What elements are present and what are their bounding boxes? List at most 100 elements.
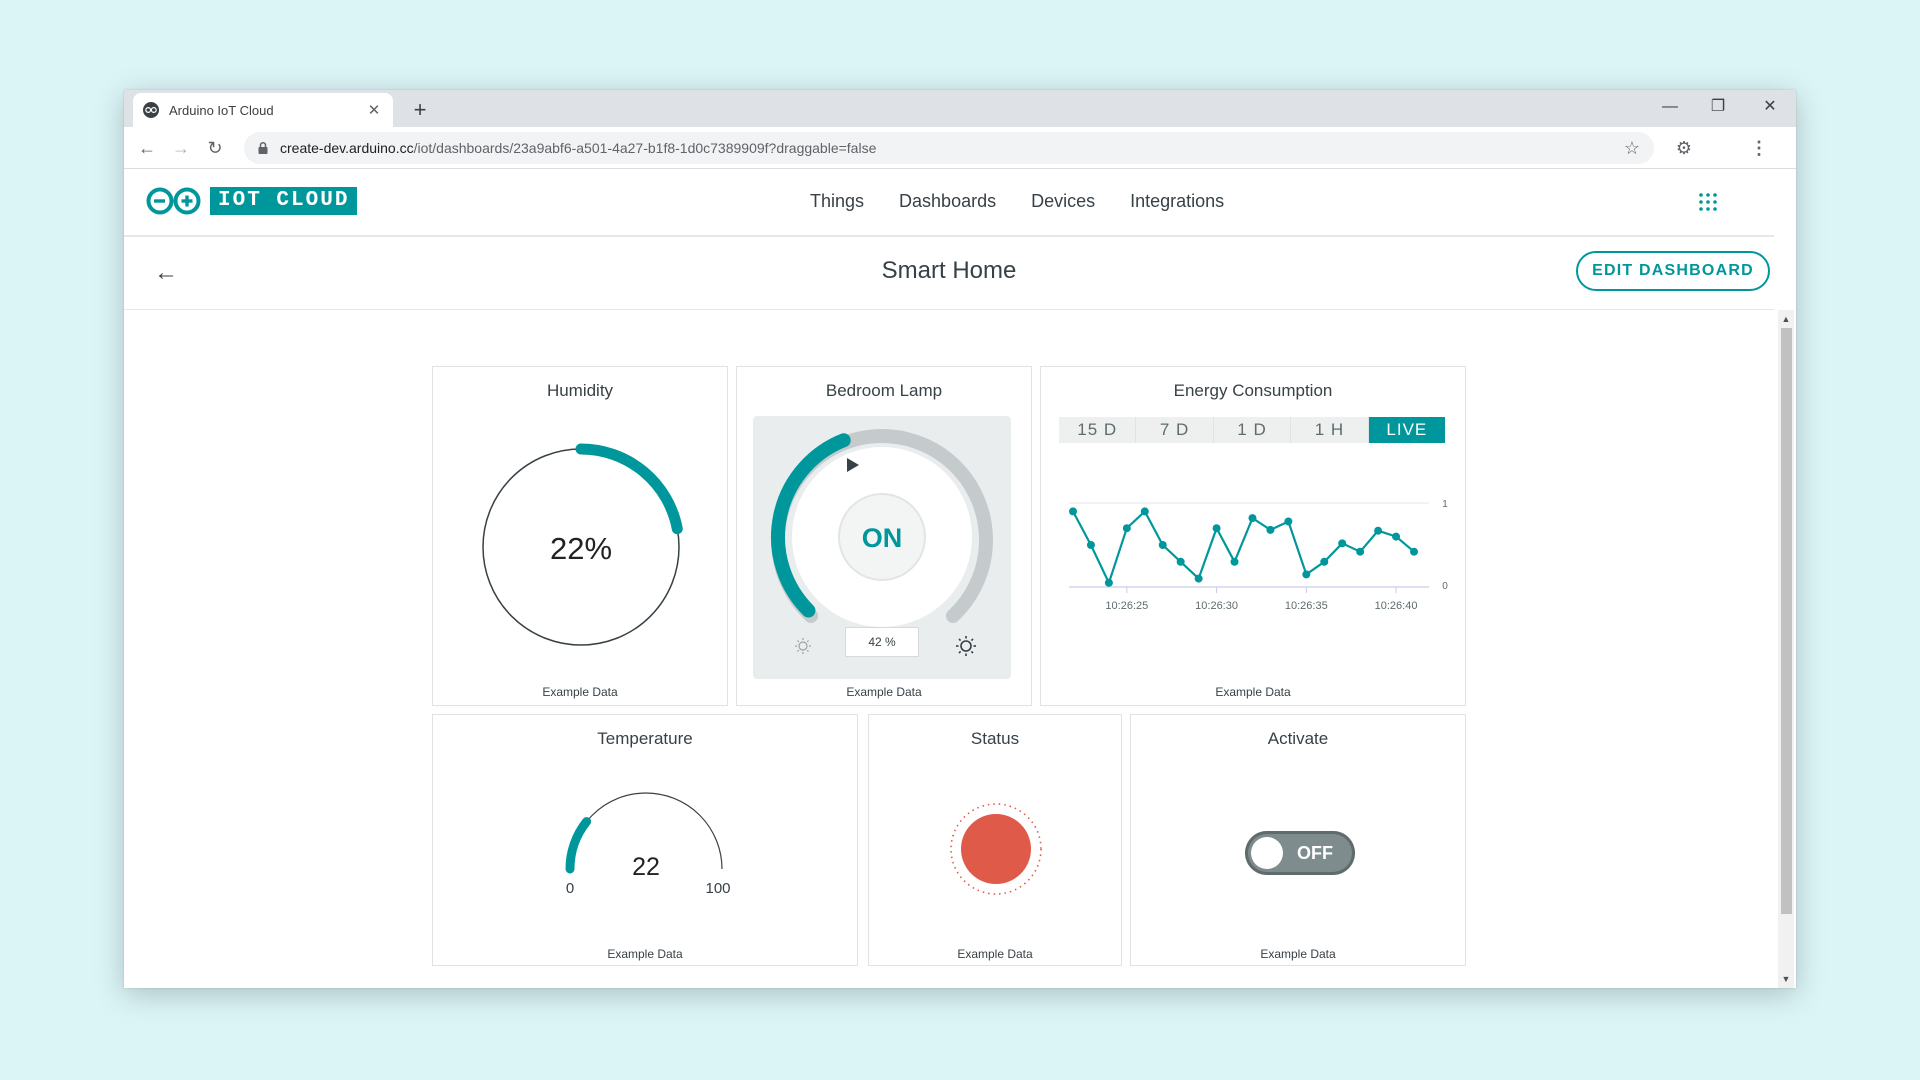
range-tab-7d[interactable]: 7 D	[1136, 417, 1214, 443]
bedroom-lamp-widget: Bedroom Lamp ON 42 % Example Data	[736, 366, 1032, 706]
temperature-max: 100	[705, 880, 730, 897]
scroll-up-arrow-icon[interactable]: ▲	[1778, 312, 1794, 326]
temperature-gauge: 22 0 100	[565, 792, 731, 897]
range-tab-1d[interactable]: 1 D	[1214, 417, 1292, 443]
status-title: Status	[970, 729, 1020, 748]
browser-tab[interactable]: Arduino IoT Cloud ✕	[133, 93, 393, 127]
energy-line-chart: 1 0 10:26:25 10:26:30 10:26:35 10:26:40	[1069, 499, 1448, 612]
lamp-brightness-value[interactable]: 42 %	[845, 627, 919, 657]
energy-data-point	[1248, 514, 1257, 523]
app-header: IOT CLOUD Things Dashboards Devices Inte…	[124, 169, 1774, 237]
energy-data-point	[1104, 578, 1113, 587]
activate-footer: Example Data	[1260, 947, 1336, 961]
time-range-tabs: 15 D 7 D 1 D 1 H LIVE	[1059, 417, 1446, 443]
energy-data-point	[1374, 526, 1383, 535]
back-icon[interactable]: ←	[132, 133, 162, 163]
brightness-high-icon	[956, 636, 976, 656]
url-path: /iot/dashboards/23a9abf6-a501-4a27-b1f8-…	[413, 140, 877, 156]
tab-strip: Arduino IoT Cloud ✕ + — ❐ ✕	[124, 90, 1796, 127]
energy-data-point	[1194, 574, 1203, 583]
lock-icon	[258, 141, 268, 154]
dashboard-titlebar: ← Smart Home EDIT DASHBOARD	[124, 237, 1774, 310]
url-text: create-dev.arduino.cc/iot/dashboards/23a…	[280, 140, 876, 156]
x-tick-label: 10:26:40	[1375, 600, 1418, 612]
humidity-title: Humidity	[546, 381, 614, 400]
temperature-value: 22	[632, 853, 660, 881]
lamp-state: ON	[862, 523, 903, 553]
energy-data-point	[1284, 517, 1293, 526]
url-host: create-dev.arduino.cc	[280, 140, 414, 156]
energy-series-line	[1072, 509, 1415, 586]
toggle-state-label: OFF	[1297, 843, 1333, 863]
energy-data-point	[1122, 524, 1131, 533]
humidity-footer: Example Data	[542, 685, 618, 699]
tab-title: Arduino IoT Cloud	[169, 102, 274, 118]
energy-data-point	[1140, 507, 1149, 516]
activate-toggle-switch[interactable]: OFF	[1245, 831, 1355, 875]
energy-footer: Example Data	[1215, 685, 1291, 699]
energy-consumption-widget: Energy Consumption 15 D 7 D 1 D 1 H LIVE…	[1040, 366, 1466, 706]
iot-cloud-logo[interactable]: IOT CLOUD	[145, 187, 358, 215]
temperature-level-arc	[565, 817, 592, 874]
energy-data-point	[1069, 507, 1077, 516]
arduino-favicon-icon	[143, 102, 159, 118]
temperature-min: 0	[566, 880, 574, 897]
restore-icon[interactable]: ❐	[1694, 90, 1742, 127]
activate-widget: Activate OFF Example Data	[1130, 714, 1466, 966]
energy-data-point	[1176, 557, 1185, 566]
nav-integrations[interactable]: Integrations	[1130, 191, 1224, 212]
logo-text: IOT CLOUD	[210, 187, 358, 215]
humidity-widget: Humidity 22% Example Data	[432, 366, 728, 706]
x-tick-label: 10:26:35	[1285, 600, 1328, 612]
browser-toolbar: ← → ↻ create-dev.arduino.cc/iot/dashboar…	[124, 127, 1796, 169]
forward-icon[interactable]: →	[166, 133, 196, 163]
edit-dashboard-button[interactable]: EDIT DASHBOARD	[1576, 251, 1770, 291]
energy-data-point	[1320, 557, 1329, 566]
range-tab-live[interactable]: LIVE	[1368, 417, 1446, 443]
temperature-footer: Example Data	[607, 947, 683, 961]
energy-data-point	[1410, 547, 1418, 556]
nav-dashboards[interactable]: Dashboards	[899, 191, 996, 212]
new-tab-button[interactable]: +	[406, 96, 434, 124]
status-indicator	[950, 803, 1042, 895]
lamp-control-panel: ON 42 %	[753, 416, 1011, 679]
energy-data-point	[1302, 570, 1311, 579]
main-nav: Things Dashboards Devices Integrations	[810, 191, 1224, 212]
energy-data-point	[1356, 547, 1365, 556]
extensions-icon[interactable]: ⚙	[1669, 133, 1699, 163]
tab-close-icon[interactable]: ✕	[365, 101, 383, 119]
x-tick-label: 10:26:25	[1105, 600, 1148, 612]
y-tick-label: 0	[1442, 581, 1448, 592]
browser-menu-icon[interactable]: ⋮	[1744, 133, 1774, 163]
energy-data-point	[1086, 541, 1095, 549]
energy-data-point	[1392, 532, 1401, 541]
page-title: Smart Home	[881, 257, 1017, 284]
address-bar[interactable]: create-dev.arduino.cc/iot/dashboards/23a…	[244, 132, 1654, 164]
status-led	[961, 814, 1031, 884]
nav-things[interactable]: Things	[810, 191, 864, 212]
scroll-down-arrow-icon[interactable]: ▼	[1778, 972, 1794, 986]
energy-data-point	[1158, 541, 1167, 549]
range-tab-1h[interactable]: 1 H	[1291, 417, 1369, 443]
energy-title: Energy Consumption	[1173, 381, 1333, 400]
page-scrollbar[interactable]: ▲ ▼	[1778, 310, 1794, 988]
reload-icon[interactable]: ↻	[200, 133, 230, 163]
apps-grid-icon[interactable]	[1698, 192, 1718, 212]
energy-data-point	[1230, 557, 1239, 566]
arduino-logo-icon	[146, 187, 201, 215]
close-window-icon[interactable]: ✕	[1746, 90, 1794, 127]
toggle-knob	[1251, 837, 1283, 869]
temperature-widget: Temperature 22 0 100 Example Data	[432, 714, 858, 966]
scroll-thumb[interactable]	[1781, 328, 1792, 914]
humidity-value: 22%	[550, 531, 612, 566]
nav-devices[interactable]: Devices	[1031, 191, 1095, 212]
x-tick-label: 10:26:30	[1195, 600, 1238, 612]
activate-title: Activate	[1267, 729, 1329, 748]
bookmark-star-icon[interactable]: ☆	[1624, 138, 1640, 159]
minimize-icon[interactable]: —	[1646, 90, 1694, 127]
status-widget: Status Example Data	[868, 714, 1122, 966]
range-tab-15d[interactable]: 15 D	[1059, 417, 1137, 443]
browser-window: Arduino IoT Cloud ✕ + — ❐ ✕ ← → ↻ create…	[124, 90, 1796, 988]
humidity-gauge: 22%	[477, 443, 685, 651]
energy-data-point	[1212, 524, 1221, 533]
